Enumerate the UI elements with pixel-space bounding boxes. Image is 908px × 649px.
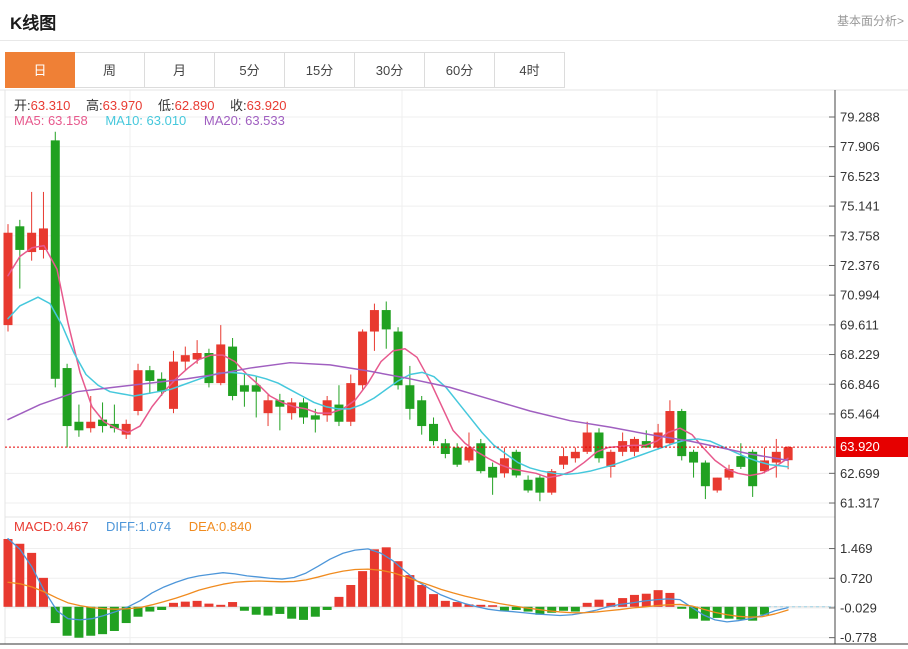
svg-text:-0.029: -0.029 [840,600,877,615]
svg-text:0.720: 0.720 [840,571,873,586]
macd-histogram-layer [3,538,769,638]
tab-month[interactable]: 月 [145,52,215,88]
svg-text:72.376: 72.376 [840,258,880,273]
fundamental-analysis-link[interactable]: 基本面分析> [837,12,904,29]
tab-day[interactable]: 日 [5,52,75,88]
y-axis: 79.288 77.906 76.523 75.141 73.758 72.376 70.9… [0,90,908,645]
tab-60min[interactable]: 60分 [425,52,495,88]
close-value: 63.920 [246,98,287,113]
grid-layer [5,90,835,644]
ma10-value: MA10: 63.010 [105,113,187,128]
tab-15min[interactable]: 15分 [285,52,355,88]
current-price-tag: 63.920 [836,437,908,457]
svg-text:73.758: 73.758 [840,228,880,243]
page-title: K线图 [10,14,57,33]
open-value: 63.310 [30,98,71,113]
svg-text:65.464: 65.464 [840,406,880,421]
ma5-value: MA5: 63.158 [14,113,88,128]
svg-text:79.288: 79.288 [840,110,880,125]
tab-week[interactable]: 周 [75,52,145,88]
ma20-value: MA20: 63.533 [203,113,285,128]
widget-header: K线图 基本面分析> [0,0,908,41]
open-label: 开: [14,98,31,113]
ma-readout: MA5: 63.158 MA10: 63.010 MA20: 63.533 [14,113,299,128]
diff-value: DIFF:1.074 [106,519,172,534]
candles-layer [3,131,793,502]
macd-value: MACD:0.467 [14,519,89,534]
svg-text:61.317: 61.317 [840,496,880,511]
svg-text:76.523: 76.523 [840,169,880,184]
ohlc-readout: 开:63.310 高:63.970 低:62.890 收:63.920 [14,95,286,114]
close-label: 收: [230,98,247,113]
macd-readout: MACD:0.467 DIFF:1.074 DEA:0.840 [14,519,266,534]
interval-tabbar: 日周月 5分 15分 30分 60分 4时 [5,52,565,88]
high-value: 63.970 [102,98,143,113]
svg-text:1.469: 1.469 [840,541,873,556]
chart-borders [0,89,908,644]
tab-4hour[interactable]: 4时 [495,52,565,88]
svg-text:77.906: 77.906 [840,139,880,154]
low-value: 62.890 [174,98,215,113]
high-label: 高: [86,98,103,113]
svg-text:75.141: 75.141 [840,199,880,214]
svg-text:69.611: 69.611 [840,317,879,332]
svg-text:70.994: 70.994 [840,288,880,303]
svg-text:66.846: 66.846 [840,377,880,392]
tab-5min[interactable]: 5分 [215,52,285,88]
low-label: 低: [158,98,175,113]
svg-text:68.229: 68.229 [840,347,880,362]
tab-30min[interactable]: 30分 [355,52,425,88]
dea-value: DEA:0.840 [188,519,252,534]
svg-text:62.699: 62.699 [840,466,880,481]
svg-text:-0.778: -0.778 [840,630,877,645]
